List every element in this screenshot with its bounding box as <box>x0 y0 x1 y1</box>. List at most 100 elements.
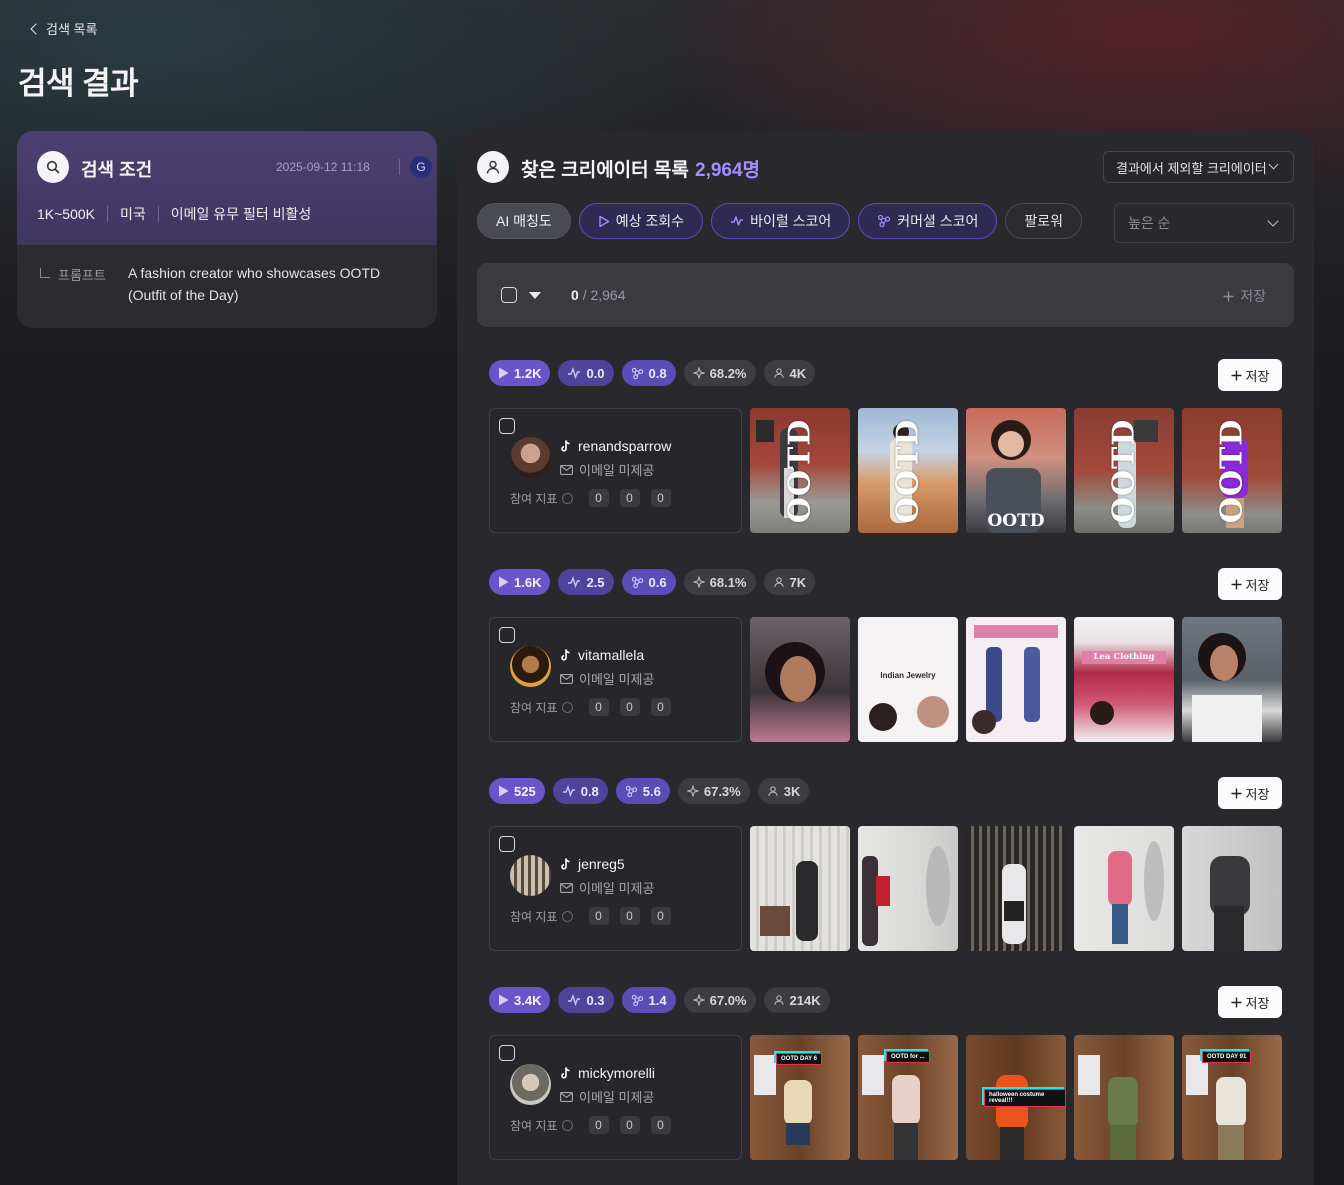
tab-viral-score[interactable]: 바이럴 스코어 <box>711 203 851 239</box>
viral-score-value: 2.5 <box>586 574 605 590</box>
expected-views-value: 3.4K <box>514 992 542 1008</box>
handle-label: mickymorelli <box>578 1065 655 1081</box>
followers-value: 3K <box>783 783 801 799</box>
expected-views-pill: 1.2K <box>489 360 551 386</box>
video-thumbnail[interactable]: OOTD DAY 6 <box>750 1035 850 1160</box>
info-icon[interactable] <box>561 701 573 713</box>
tiktok-icon <box>561 439 570 452</box>
video-thumbnail[interactable] <box>1074 826 1174 951</box>
ai-match-value: 67.3% <box>703 783 741 799</box>
creator-profile[interactable]: jenreg5 이메일 미제공 참여 지표 0 0 0 <box>489 826 742 951</box>
avatar <box>510 855 551 896</box>
plus-icon <box>1231 579 1242 589</box>
creator-metrics: 1.2K 0.0 0.8 68.2% 4K <box>489 360 816 386</box>
tab-expected-views[interactable]: 예상 조회수 <box>578 203 704 239</box>
tab-label: 팔로워 <box>1024 213 1064 229</box>
user-icon <box>477 151 509 183</box>
creator-handle[interactable]: jenreg5 <box>560 856 625 872</box>
exclude-creators-dropdown[interactable]: 결과에서 제외할 크리에이터 <box>1103 151 1294 183</box>
followers-value: 4K <box>789 365 807 381</box>
video-thumbnail[interactable]: OOTD DAY 91 <box>1182 1035 1282 1160</box>
handle-label: vitamallela <box>578 647 645 663</box>
select-all-checkbox[interactable] <box>501 287 517 303</box>
save-selected-button[interactable]: 저장 <box>1223 286 1266 306</box>
video-thumbnail[interactable] <box>750 826 850 951</box>
email-status: 이메일 미제공 <box>579 672 655 687</box>
thumbnail-caption: OOTD DAY 91 <box>1202 1051 1252 1063</box>
video-thumbnail[interactable]: OOTD <box>1074 408 1174 533</box>
video-thumbnail[interactable]: Lea Clothing <box>1074 617 1174 742</box>
video-thumbnail[interactable] <box>966 826 1066 951</box>
ai-match-value: 68.1% <box>709 574 747 590</box>
commercial-score-value: 0.8 <box>648 365 667 381</box>
tab-label: 예상 조회수 <box>615 213 685 229</box>
creator-profile[interactable]: mickymorelli 이메일 미제공 참여 지표 0 0 0 <box>489 1035 742 1160</box>
video-thumbnail[interactable]: halloween costume reveal!!! <box>966 1035 1066 1160</box>
chevron-down-icon <box>1267 215 1279 227</box>
video-thumbnail[interactable]: OOTD <box>966 408 1066 533</box>
video-thumbnails: Indian Jewelry Lea Clothing <box>750 617 1282 742</box>
pulse-icon <box>562 785 575 797</box>
tab-followers[interactable]: 팔로워 <box>1005 203 1083 239</box>
back-link-label: 검색 목록 <box>46 22 98 37</box>
info-icon[interactable] <box>561 1119 573 1131</box>
creator-select-checkbox[interactable] <box>499 836 515 852</box>
info-icon[interactable] <box>561 910 573 922</box>
save-label: 저장 <box>1245 995 1270 1011</box>
save-creator-button[interactable]: 저장 <box>1218 359 1282 391</box>
caret-down-icon[interactable] <box>529 292 541 299</box>
video-thumbnail[interactable]: OOTD <box>1182 408 1282 533</box>
save-creator-button[interactable]: 저장 <box>1218 777 1282 809</box>
creator-select-checkbox[interactable] <box>499 1045 515 1061</box>
video-thumbnail[interactable] <box>1182 617 1282 742</box>
results-count: 2,964명 <box>695 160 761 181</box>
handle-label: renandsparrow <box>578 438 672 454</box>
creator-profile[interactable]: renandsparrow 이메일 미제공 참여 지표 0 0 0 <box>489 408 742 533</box>
video-thumbnail[interactable]: OOTD <box>750 408 850 533</box>
mail-icon <box>560 464 573 475</box>
divider <box>399 159 400 175</box>
tab-ai-matching[interactable]: AI 매칭도 <box>477 203 571 239</box>
creator-select-checkbox[interactable] <box>499 418 515 434</box>
creator-select-checkbox[interactable] <box>499 627 515 643</box>
play-icon <box>599 215 609 227</box>
creator-profile[interactable]: vitamallela 이메일 미제공 참여 지표 0 0 0 <box>489 617 742 742</box>
prompt-text: A fashion creator who showcases OOTD (Ou… <box>128 265 381 303</box>
video-thumbnail[interactable] <box>750 617 850 742</box>
thumbnail-caption: Indian Jewelry <box>880 671 936 680</box>
engagement-value: 0 <box>619 489 640 507</box>
video-thumbnail[interactable]: OOTD <box>858 408 958 533</box>
save-label: 저장 <box>1245 577 1270 593</box>
tiktok-icon <box>561 857 570 870</box>
play-icon <box>499 785 509 797</box>
email-status: 이메일 미제공 <box>579 463 655 478</box>
condition-tag-country: 미국 <box>107 206 158 222</box>
video-thumbnail[interactable] <box>858 826 958 951</box>
chevron-down-icon <box>1268 159 1279 170</box>
user-avatar-badge[interactable]: G <box>410 156 432 178</box>
search-conditions-card: 검색 조건 2025-09-12 11:18 G 1K~500K 미국 이메일 … <box>17 131 437 328</box>
sort-order-select[interactable]: 높은 순 <box>1114 203 1294 243</box>
creator-handle[interactable]: renandsparrow <box>560 438 671 454</box>
sparkle-icon <box>692 994 705 1006</box>
condition-tags: 1K~500K 미국 이메일 유무 필터 비활성 <box>37 206 323 222</box>
video-thumbnail[interactable] <box>1182 826 1282 951</box>
save-creator-button[interactable]: 저장 <box>1218 986 1282 1018</box>
video-thumbnail[interactable]: OOTD for ... <box>858 1035 958 1160</box>
save-creator-button[interactable]: 저장 <box>1218 568 1282 600</box>
video-thumbnail[interactable]: Indian Jewelry <box>858 617 958 742</box>
info-icon[interactable] <box>561 492 573 504</box>
network-icon <box>631 994 643 1006</box>
commercial-score-pill: 0.6 <box>621 569 676 595</box>
back-to-search-list-link[interactable]: 검색 목록 <box>28 19 97 38</box>
video-thumbnail[interactable] <box>966 617 1066 742</box>
creator-handle[interactable]: vitamallela <box>560 647 644 663</box>
tab-commercial-score[interactable]: 커머셜 스코어 <box>858 203 998 239</box>
video-thumbnail[interactable] <box>1074 1035 1174 1160</box>
plus-icon <box>1231 788 1242 798</box>
followers-value: 7K <box>789 574 807 590</box>
thumbnail-caption: OOTD <box>1214 418 1250 523</box>
expected-views-pill: 1.6K <box>489 569 551 595</box>
creator-handle[interactable]: mickymorelli <box>560 1065 655 1081</box>
followers-pill: 4K <box>763 360 816 386</box>
